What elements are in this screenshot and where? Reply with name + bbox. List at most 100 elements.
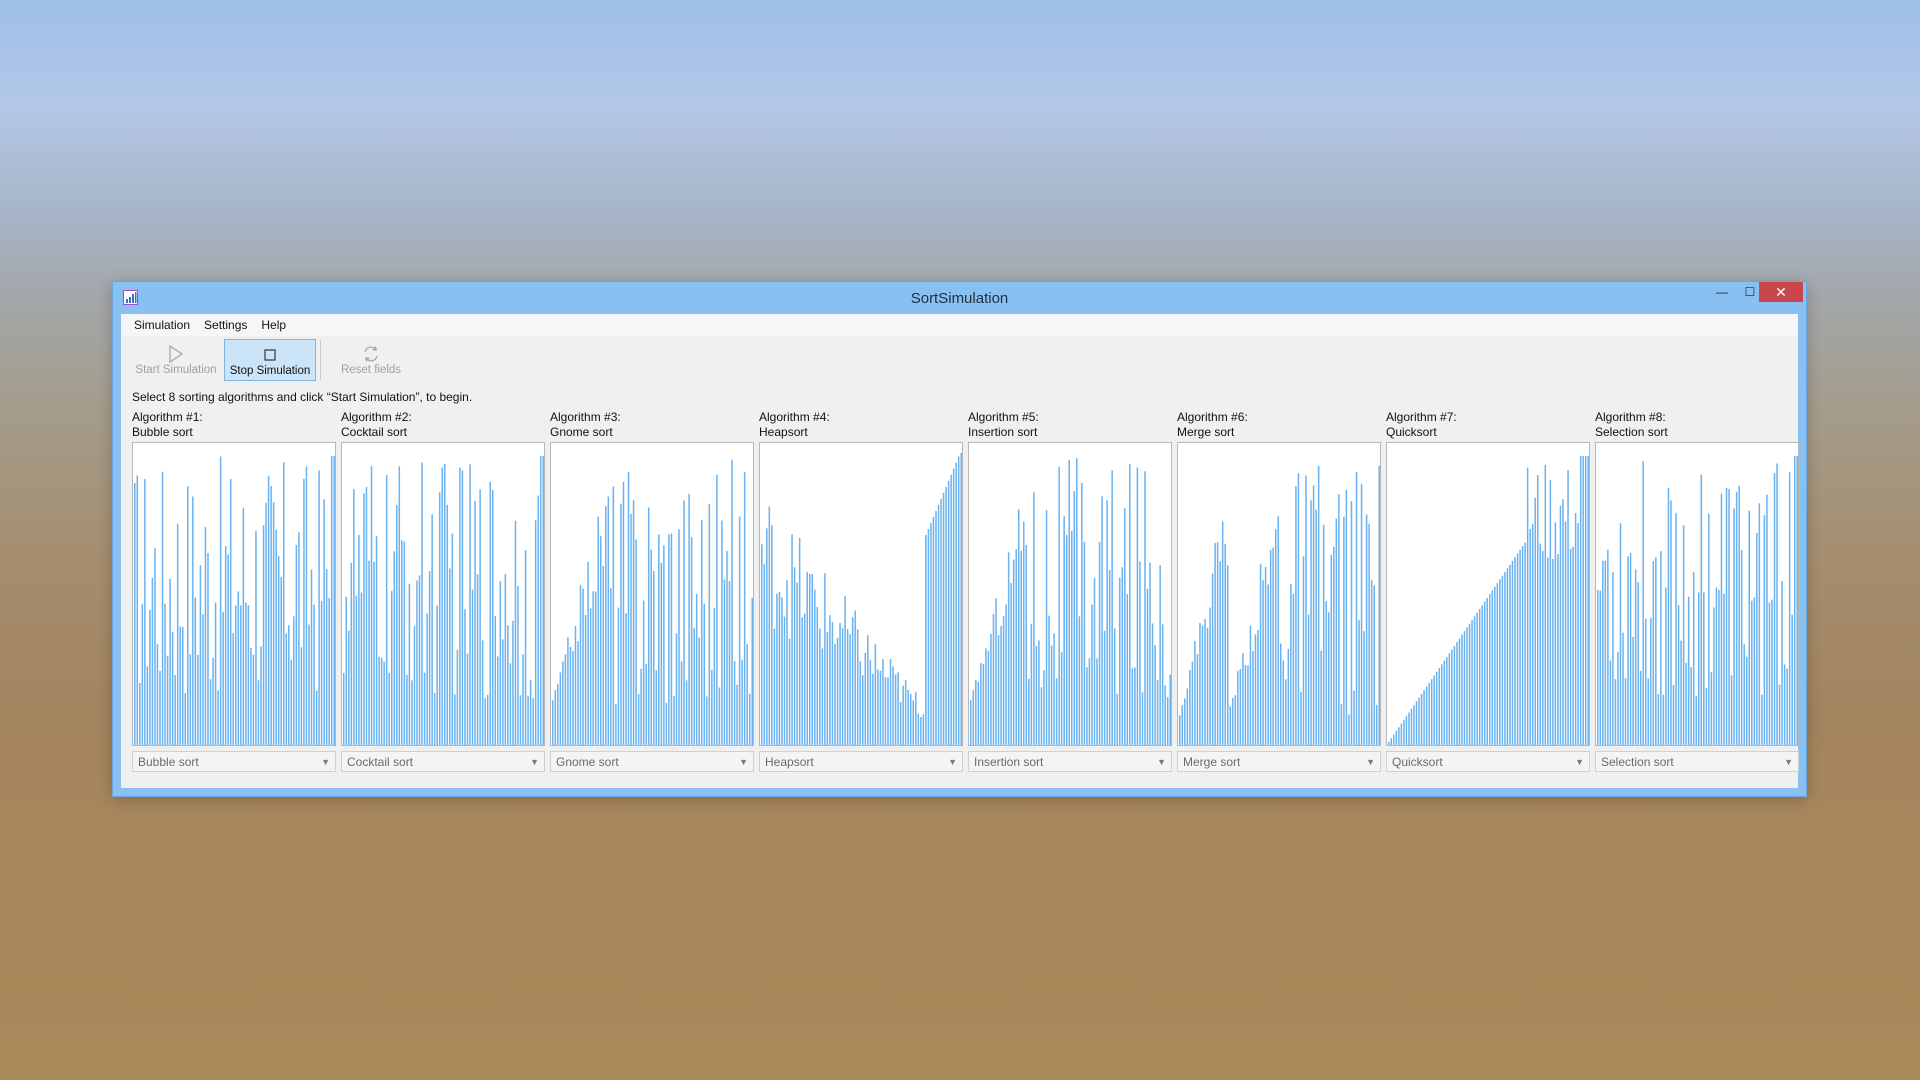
bar bbox=[1622, 632, 1624, 745]
bar bbox=[1312, 485, 1315, 745]
chevron-down-icon: ▼ bbox=[1366, 756, 1375, 767]
bar bbox=[154, 548, 156, 745]
bar bbox=[1154, 645, 1156, 745]
bar bbox=[247, 605, 250, 745]
bar bbox=[277, 556, 280, 745]
bar bbox=[693, 628, 695, 745]
bar bbox=[1116, 693, 1118, 745]
bar bbox=[650, 549, 652, 745]
bar bbox=[1418, 697, 1420, 745]
algorithm-name-label: Insertion sort bbox=[968, 425, 1038, 439]
bar bbox=[1405, 716, 1408, 745]
bar bbox=[1478, 608, 1481, 745]
algorithm-select[interactable]: Bubble sort ▼ bbox=[132, 751, 336, 772]
bar bbox=[1559, 505, 1562, 745]
bar bbox=[731, 459, 733, 745]
menu-help[interactable]: Help bbox=[254, 314, 293, 336]
bar bbox=[806, 571, 808, 745]
algorithm-number-label: Algorithm #1: bbox=[132, 410, 203, 424]
bar bbox=[315, 690, 318, 745]
title-bar[interactable]: SortSimulation ― ☐ ✕ bbox=[113, 282, 1806, 314]
bar bbox=[1322, 524, 1325, 745]
bar bbox=[1121, 567, 1124, 745]
bar bbox=[222, 611, 224, 745]
bar bbox=[1461, 634, 1463, 745]
bar bbox=[1086, 667, 1088, 745]
bar bbox=[171, 631, 174, 745]
bar bbox=[144, 478, 146, 745]
bar bbox=[1481, 605, 1483, 745]
bar bbox=[433, 692, 436, 745]
bar bbox=[1262, 580, 1264, 745]
algorithm-heading: Algorithm #2: Cocktail sort bbox=[341, 410, 545, 442]
bar bbox=[1514, 557, 1516, 745]
bar bbox=[663, 545, 665, 745]
algorithm-select[interactable]: Selection sort ▼ bbox=[1595, 751, 1799, 772]
algorithm-select[interactable]: Heapsort ▼ bbox=[759, 751, 963, 772]
bar bbox=[380, 657, 383, 745]
menu-simulation[interactable]: Simulation bbox=[127, 314, 197, 336]
bar bbox=[1677, 605, 1680, 745]
bar bbox=[151, 578, 154, 745]
bar bbox=[970, 700, 972, 745]
bar bbox=[330, 455, 333, 745]
bar bbox=[497, 656, 499, 745]
bar bbox=[670, 533, 673, 745]
bar bbox=[824, 573, 826, 745]
algorithm-select[interactable]: Merge sort ▼ bbox=[1177, 751, 1381, 772]
bar bbox=[1582, 455, 1584, 745]
close-icon[interactable]: ✕ bbox=[1759, 282, 1803, 302]
bar bbox=[1607, 549, 1609, 745]
bar bbox=[821, 648, 824, 745]
menu-settings[interactable]: Settings bbox=[197, 314, 254, 336]
bar bbox=[1242, 653, 1244, 745]
algorithm-select[interactable]: Insertion sort ▼ bbox=[968, 751, 1172, 772]
bar bbox=[675, 633, 678, 745]
bar bbox=[1209, 607, 1211, 745]
bar bbox=[1244, 664, 1247, 745]
stop-simulation-button[interactable]: Stop Simulation bbox=[224, 339, 316, 381]
bar bbox=[204, 527, 207, 745]
bar bbox=[683, 500, 685, 745]
bar bbox=[920, 716, 922, 745]
bar bbox=[1690, 667, 1692, 745]
bar bbox=[1194, 641, 1196, 745]
bar bbox=[798, 538, 801, 745]
bar bbox=[1098, 541, 1101, 745]
bars-chart bbox=[970, 458, 1171, 745]
bar bbox=[655, 670, 658, 745]
bar bbox=[1373, 585, 1375, 745]
bar bbox=[393, 551, 396, 745]
bar bbox=[723, 579, 726, 745]
bar bbox=[1002, 616, 1005, 745]
algorithm-select[interactable]: Quicksort ▼ bbox=[1386, 751, 1590, 772]
algorithm-name-label: Merge sort bbox=[1177, 425, 1235, 439]
bar bbox=[859, 661, 861, 745]
bar bbox=[1756, 532, 1758, 745]
bar bbox=[851, 617, 854, 745]
chevron-down-icon: ▼ bbox=[1575, 756, 1584, 767]
start-simulation-button[interactable]: Start Simulation bbox=[130, 339, 222, 381]
menu-bar: Simulation Settings Help bbox=[121, 314, 1798, 336]
bar bbox=[788, 638, 791, 745]
minimize-icon[interactable]: ― bbox=[1708, 282, 1736, 302]
bar bbox=[1249, 625, 1252, 745]
bar bbox=[982, 664, 985, 745]
bar bbox=[1345, 490, 1348, 745]
bar bbox=[1599, 590, 1602, 745]
bars-chart bbox=[1388, 455, 1589, 745]
reset-fields-button[interactable]: Reset fields bbox=[325, 339, 417, 381]
bar bbox=[610, 588, 612, 745]
algorithm-select[interactable]: Cocktail sort ▼ bbox=[341, 751, 545, 772]
bar bbox=[1466, 627, 1468, 745]
algorithm-panel-4: Algorithm #4: Heapsort Heapsort ▼ bbox=[759, 410, 963, 772]
bar bbox=[1005, 604, 1007, 745]
bar bbox=[1325, 601, 1327, 745]
bar bbox=[607, 496, 610, 745]
bar bbox=[426, 613, 428, 745]
bar bbox=[159, 670, 161, 745]
bar bbox=[300, 647, 303, 745]
bar bbox=[1720, 493, 1723, 745]
bar bbox=[290, 659, 293, 745]
algorithm-select[interactable]: Gnome sort ▼ bbox=[550, 751, 754, 772]
